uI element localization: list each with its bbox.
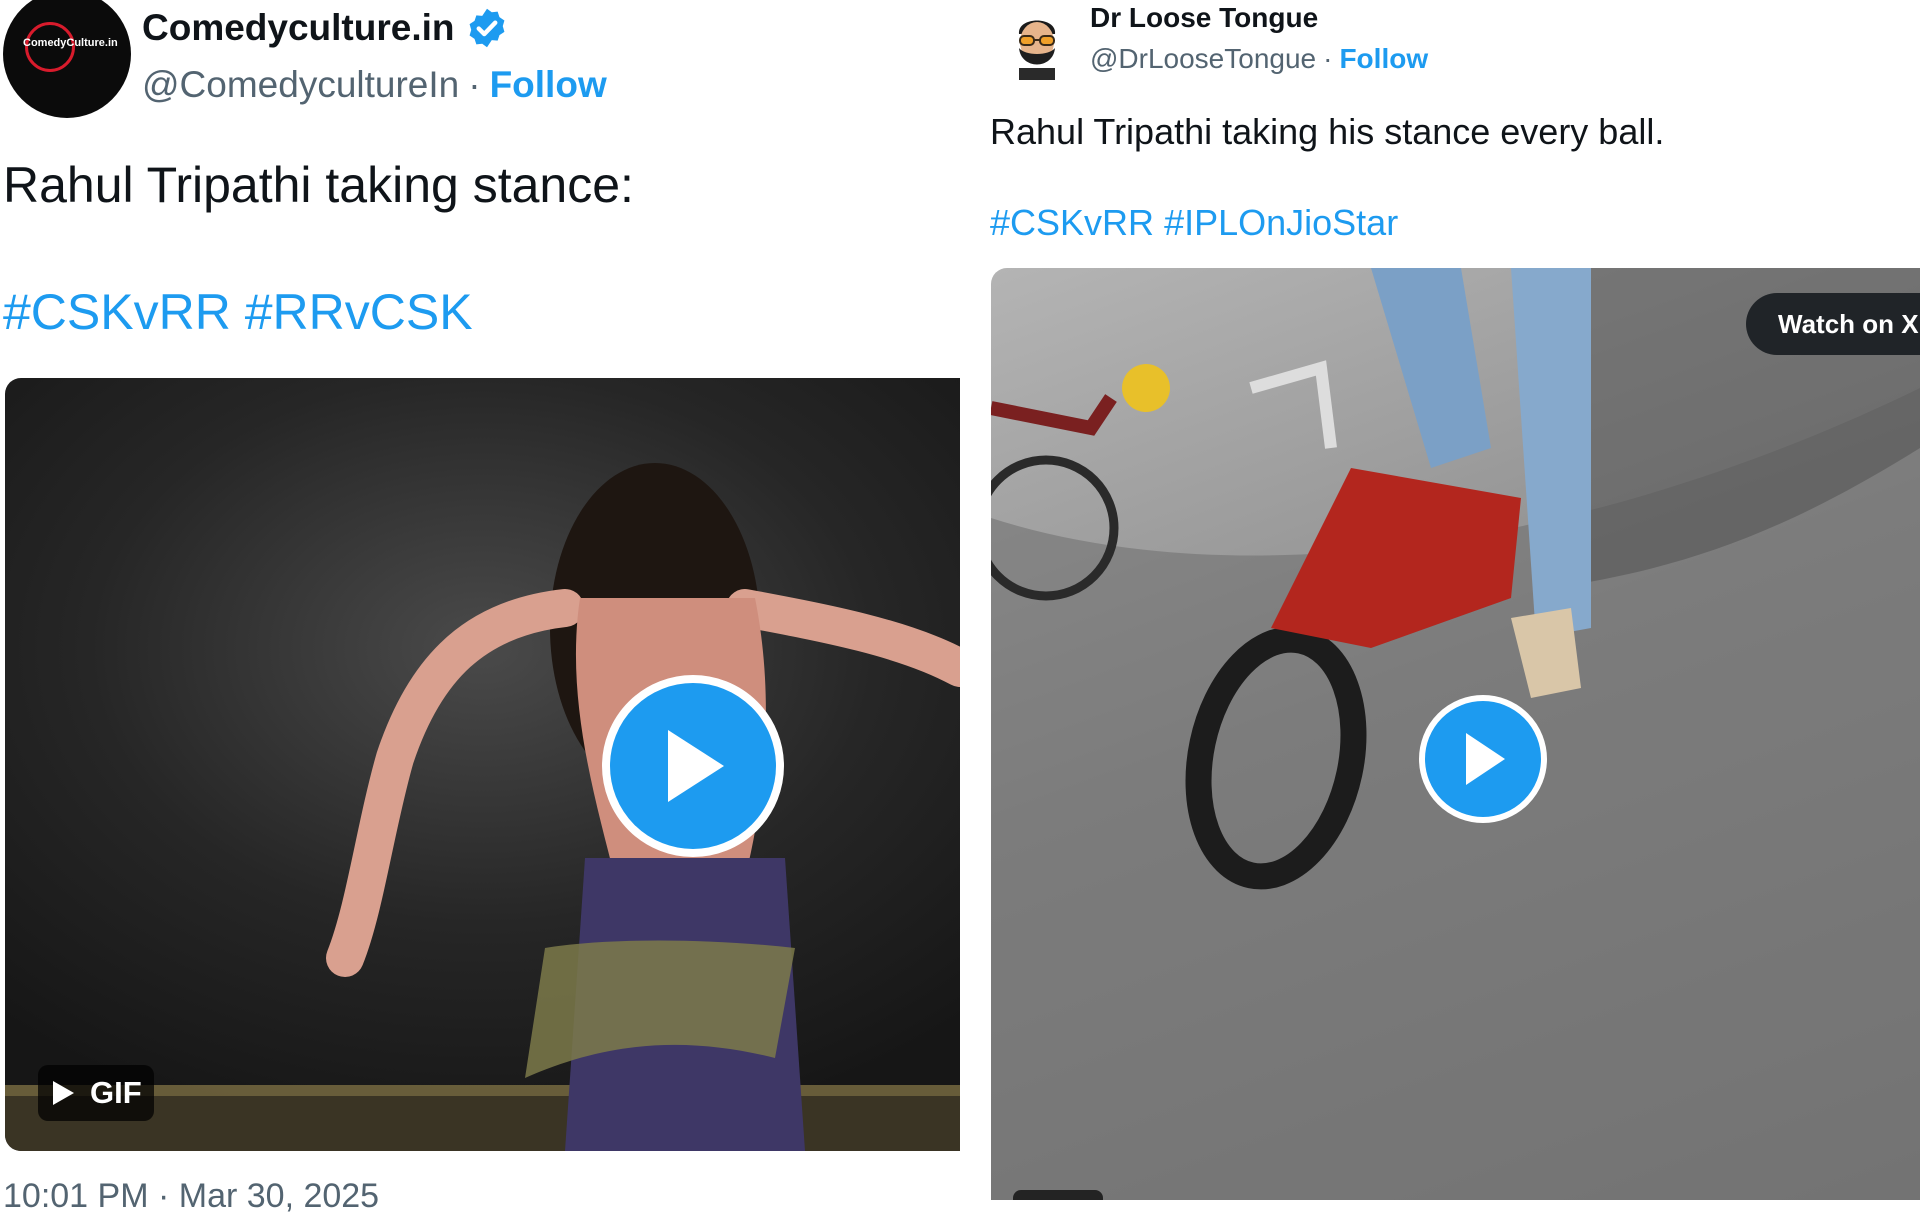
gif-media[interactable]: GIF bbox=[5, 378, 960, 1151]
tweet-card-drloosetongue: Dr Loose Tongue @DrLooseTongue · Follow … bbox=[990, 0, 1920, 1200]
avatar-logo-text: ComedyCulture.in bbox=[23, 37, 118, 49]
tweet-text: Rahul Tripathi taking his stance every b… bbox=[990, 111, 1665, 152]
tweet-card-comedyculture: ComedyCulture.in Comedyculture.in @Comed… bbox=[0, 0, 960, 1215]
author-handle-row: @DrLooseTongue · Follow bbox=[1090, 40, 1428, 78]
bearded-man-avatar-icon bbox=[1018, 20, 1056, 80]
separator-dot: · bbox=[1323, 43, 1333, 74]
gif-badge[interactable]: GIF bbox=[38, 1065, 154, 1121]
avatar[interactable]: ComedyCulture.in bbox=[3, 0, 131, 118]
gif-still-image bbox=[5, 463, 960, 1151]
tweet-hashtags: #CSKvRR #IPLOnJioStar bbox=[990, 202, 1398, 244]
tweet-hashtags: #CSKvRR #RRvCSK bbox=[3, 283, 473, 341]
verified-badge-icon bbox=[465, 6, 509, 50]
avatar[interactable] bbox=[1005, 10, 1069, 80]
follow-button[interactable]: Follow bbox=[490, 64, 607, 106]
play-small-icon bbox=[53, 1081, 74, 1105]
hashtag-link[interactable]: #CSKvRR bbox=[990, 202, 1154, 243]
follow-button[interactable]: Follow bbox=[1339, 43, 1428, 75]
play-button-icon bbox=[668, 730, 724, 802]
hashtag-link[interactable]: #CSKvRR bbox=[3, 284, 231, 340]
gif-badge-label: GIF bbox=[90, 1075, 142, 1110]
separator-dot: · bbox=[468, 64, 481, 105]
hashtag-link[interactable]: #RRvCSK bbox=[245, 284, 473, 340]
tweet-timestamp[interactable]: 10:01 PM · Mar 30, 2025 bbox=[3, 1177, 379, 1216]
tweet-text: Rahul Tripathi taking stance: bbox=[3, 157, 634, 213]
author-handle[interactable]: @ComedycultureIn bbox=[142, 64, 459, 106]
hashtag-link[interactable]: #IPLOnJioStar bbox=[1164, 202, 1398, 243]
author-handle-row: @ComedycultureIn · Follow bbox=[142, 62, 607, 108]
video-media[interactable]: Watch on X bbox=[991, 268, 1920, 1200]
author-name-row: Comedyculture.in bbox=[142, 2, 509, 54]
play-button[interactable] bbox=[1419, 695, 1547, 823]
author-display-name[interactable]: Comedyculture.in bbox=[142, 7, 455, 49]
play-button-icon bbox=[1466, 733, 1505, 785]
author-handle[interactable]: @DrLooseTongue bbox=[1090, 43, 1316, 75]
media-control-badge[interactable] bbox=[1013, 1190, 1103, 1200]
watch-on-x-label: Watch on X bbox=[1778, 308, 1919, 339]
watch-on-x-button[interactable]: Watch on X bbox=[1746, 293, 1920, 355]
author-display-name[interactable]: Dr Loose Tongue bbox=[1090, 2, 1318, 34]
play-button[interactable] bbox=[602, 675, 784, 857]
